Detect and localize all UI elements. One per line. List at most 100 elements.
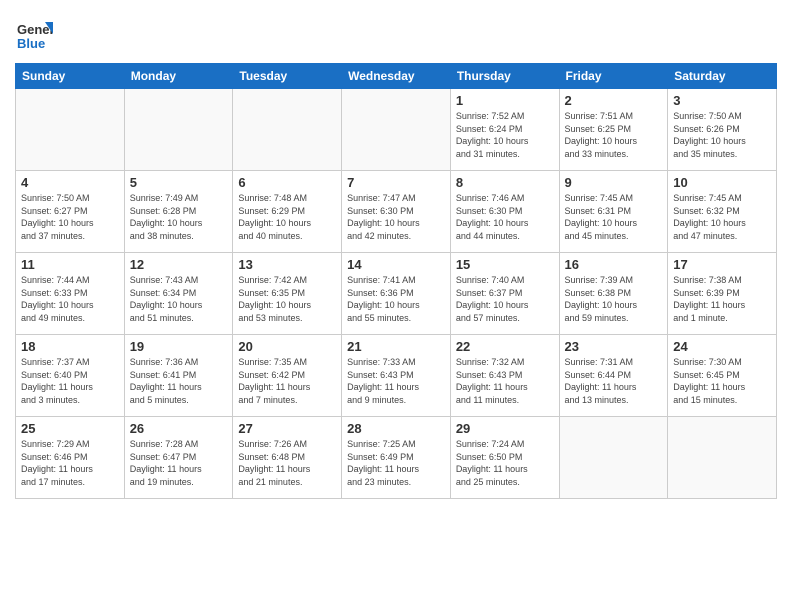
day-number: 5 xyxy=(130,175,228,190)
day-info: Sunrise: 7:37 AM Sunset: 6:40 PM Dayligh… xyxy=(21,356,119,406)
week-row-2: 4Sunrise: 7:50 AM Sunset: 6:27 PM Daylig… xyxy=(16,171,777,253)
day-info: Sunrise: 7:48 AM Sunset: 6:29 PM Dayligh… xyxy=(238,192,336,242)
calendar-cell xyxy=(233,89,342,171)
day-number: 29 xyxy=(456,421,554,436)
day-number: 12 xyxy=(130,257,228,272)
calendar-cell: 2 Sunrise: 7:51 AM Sunset: 6:25 PM Daylig… xyxy=(559,89,668,171)
day-info: Sunrise: 7:33 AM Sunset: 6:43 PM Dayligh… xyxy=(347,356,445,406)
calendar-cell: 6 Sunrise: 7:48 AM Sunset: 6:29 PM Daylig… xyxy=(233,171,342,253)
calendar-cell xyxy=(124,89,233,171)
calendar-cell: 27 Sunrise: 7:26 AM Sunset: 6:48 PM Dayli… xyxy=(233,417,342,499)
day-info: Sunrise: 7:38 AM Sunset: 6:39 PM Dayligh… xyxy=(673,274,771,324)
week-row-1: 1Sunrise: 7:52 AM Sunset: 6:24 PM Daylig… xyxy=(16,89,777,171)
calendar-cell: 22Sunrise: 7:32 AM Sunset: 6:43 PM Dayli… xyxy=(450,335,559,417)
day-info: Sunrise: 7:43 AM Sunset: 6:34 PM Dayligh… xyxy=(130,274,228,324)
day-info: Sunrise: 7:50 AM Sunset: 6:26 PM Dayligh… xyxy=(673,110,771,160)
calendar-cell xyxy=(668,417,777,499)
week-row-4: 18Sunrise: 7:37 AM Sunset: 6:40 PM Dayli… xyxy=(16,335,777,417)
calendar-cell: 11 Sunrise: 7:44 AM Sunset: 6:33 PM Dayli… xyxy=(16,253,125,335)
calendar-cell xyxy=(342,89,451,171)
day-info: Sunrise: 7:40 AM Sunset: 6:37 PM Dayligh… xyxy=(456,274,554,324)
weekday-header-monday: Monday xyxy=(124,64,233,89)
calendar-cell: 9 Sunrise: 7:45 AM Sunset: 6:31 PM Daylig… xyxy=(559,171,668,253)
day-number: 14 xyxy=(347,257,445,272)
day-info: Sunrise: 7:36 AM Sunset: 6:41 PM Dayligh… xyxy=(130,356,228,406)
calendar-cell: 25 Sunrise: 7:29 AM Sunset: 6:46 PM Dayli… xyxy=(16,417,125,499)
calendar-cell: 12 Sunrise: 7:43 AM Sunset: 6:34 PM Dayli… xyxy=(124,253,233,335)
day-info: Sunrise: 7:46 AM Sunset: 6:30 PM Dayligh… xyxy=(456,192,554,242)
calendar-cell: 23 Sunrise: 7:31 AM Sunset: 6:44 PM Dayli… xyxy=(559,335,668,417)
weekday-header-tuesday: Tuesday xyxy=(233,64,342,89)
day-number: 24 xyxy=(673,339,771,354)
weekday-header-row: SundayMondayTuesdayWednesdayThursdayFrid… xyxy=(16,64,777,89)
page: General Blue SundayMondayTuesdayWednesda… xyxy=(0,0,792,612)
calendar-cell: 3 Sunrise: 7:50 AM Sunset: 6:26 PM Daylig… xyxy=(668,89,777,171)
calendar-cell xyxy=(559,417,668,499)
calendar-cell: 18Sunrise: 7:37 AM Sunset: 6:40 PM Dayli… xyxy=(16,335,125,417)
day-number: 19 xyxy=(130,339,228,354)
calendar-cell: 26Sunrise: 7:28 AM Sunset: 6:47 PM Dayli… xyxy=(124,417,233,499)
calendar-cell: 1Sunrise: 7:52 AM Sunset: 6:24 PM Daylig… xyxy=(450,89,559,171)
day-number: 16 xyxy=(565,257,663,272)
logo-icon: General Blue xyxy=(15,14,53,52)
svg-text:Blue: Blue xyxy=(17,36,45,51)
day-info: Sunrise: 7:31 AM Sunset: 6:44 PM Dayligh… xyxy=(565,356,663,406)
day-info: Sunrise: 7:44 AM Sunset: 6:33 PM Dayligh… xyxy=(21,274,119,324)
calendar-cell: 15 Sunrise: 7:40 AM Sunset: 6:37 PM Dayli… xyxy=(450,253,559,335)
day-info: Sunrise: 7:29 AM Sunset: 6:46 PM Dayligh… xyxy=(21,438,119,488)
calendar-cell: 7 Sunrise: 7:47 AM Sunset: 6:30 PM Daylig… xyxy=(342,171,451,253)
day-info: Sunrise: 7:45 AM Sunset: 6:31 PM Dayligh… xyxy=(565,192,663,242)
calendar-cell: 10 Sunrise: 7:45 AM Sunset: 6:32 PM Dayli… xyxy=(668,171,777,253)
day-number: 21 xyxy=(347,339,445,354)
weekday-header-sunday: Sunday xyxy=(16,64,125,89)
calendar: SundayMondayTuesdayWednesdayThursdayFrid… xyxy=(15,63,777,499)
day-info: Sunrise: 7:39 AM Sunset: 6:38 PM Dayligh… xyxy=(565,274,663,324)
weekday-header-friday: Friday xyxy=(559,64,668,89)
calendar-cell: 21 Sunrise: 7:33 AM Sunset: 6:43 PM Dayli… xyxy=(342,335,451,417)
day-info: Sunrise: 7:28 AM Sunset: 6:47 PM Dayligh… xyxy=(130,438,228,488)
day-number: 20 xyxy=(238,339,336,354)
day-info: Sunrise: 7:41 AM Sunset: 6:36 PM Dayligh… xyxy=(347,274,445,324)
day-number: 11 xyxy=(21,257,119,272)
day-number: 15 xyxy=(456,257,554,272)
day-info: Sunrise: 7:25 AM Sunset: 6:49 PM Dayligh… xyxy=(347,438,445,488)
day-info: Sunrise: 7:45 AM Sunset: 6:32 PM Dayligh… xyxy=(673,192,771,242)
day-info: Sunrise: 7:47 AM Sunset: 6:30 PM Dayligh… xyxy=(347,192,445,242)
day-info: Sunrise: 7:51 AM Sunset: 6:25 PM Dayligh… xyxy=(565,110,663,160)
day-info: Sunrise: 7:49 AM Sunset: 6:28 PM Dayligh… xyxy=(130,192,228,242)
weekday-header-thursday: Thursday xyxy=(450,64,559,89)
calendar-cell: 20Sunrise: 7:35 AM Sunset: 6:42 PM Dayli… xyxy=(233,335,342,417)
calendar-cell: 29Sunrise: 7:24 AM Sunset: 6:50 PM Dayli… xyxy=(450,417,559,499)
day-number: 23 xyxy=(565,339,663,354)
day-number: 10 xyxy=(673,175,771,190)
day-info: Sunrise: 7:50 AM Sunset: 6:27 PM Dayligh… xyxy=(21,192,119,242)
day-number: 27 xyxy=(238,421,336,436)
day-info: Sunrise: 7:26 AM Sunset: 6:48 PM Dayligh… xyxy=(238,438,336,488)
day-number: 1 xyxy=(456,93,554,108)
day-info: Sunrise: 7:32 AM Sunset: 6:43 PM Dayligh… xyxy=(456,356,554,406)
calendar-cell: 16 Sunrise: 7:39 AM Sunset: 6:38 PM Dayli… xyxy=(559,253,668,335)
calendar-cell: 17 Sunrise: 7:38 AM Sunset: 6:39 PM Dayli… xyxy=(668,253,777,335)
day-number: 9 xyxy=(565,175,663,190)
calendar-cell: 8 Sunrise: 7:46 AM Sunset: 6:30 PM Daylig… xyxy=(450,171,559,253)
day-info: Sunrise: 7:30 AM Sunset: 6:45 PM Dayligh… xyxy=(673,356,771,406)
day-number: 7 xyxy=(347,175,445,190)
day-number: 25 xyxy=(21,421,119,436)
day-number: 6 xyxy=(238,175,336,190)
calendar-cell: 19 Sunrise: 7:36 AM Sunset: 6:41 PM Dayli… xyxy=(124,335,233,417)
calendar-cell: 4Sunrise: 7:50 AM Sunset: 6:27 PM Daylig… xyxy=(16,171,125,253)
weekday-header-wednesday: Wednesday xyxy=(342,64,451,89)
calendar-cell: 14 Sunrise: 7:41 AM Sunset: 6:36 PM Dayli… xyxy=(342,253,451,335)
week-row-5: 25 Sunrise: 7:29 AM Sunset: 6:46 PM Dayli… xyxy=(16,417,777,499)
weekday-header-saturday: Saturday xyxy=(668,64,777,89)
calendar-cell: 13Sunrise: 7:42 AM Sunset: 6:35 PM Dayli… xyxy=(233,253,342,335)
day-number: 2 xyxy=(565,93,663,108)
logo: General Blue xyxy=(15,14,53,57)
day-number: 28 xyxy=(347,421,445,436)
calendar-cell: 28 Sunrise: 7:25 AM Sunset: 6:49 PM Dayli… xyxy=(342,417,451,499)
day-number: 17 xyxy=(673,257,771,272)
day-number: 8 xyxy=(456,175,554,190)
day-number: 3 xyxy=(673,93,771,108)
calendar-cell: 5 Sunrise: 7:49 AM Sunset: 6:28 PM Daylig… xyxy=(124,171,233,253)
calendar-cell xyxy=(16,89,125,171)
